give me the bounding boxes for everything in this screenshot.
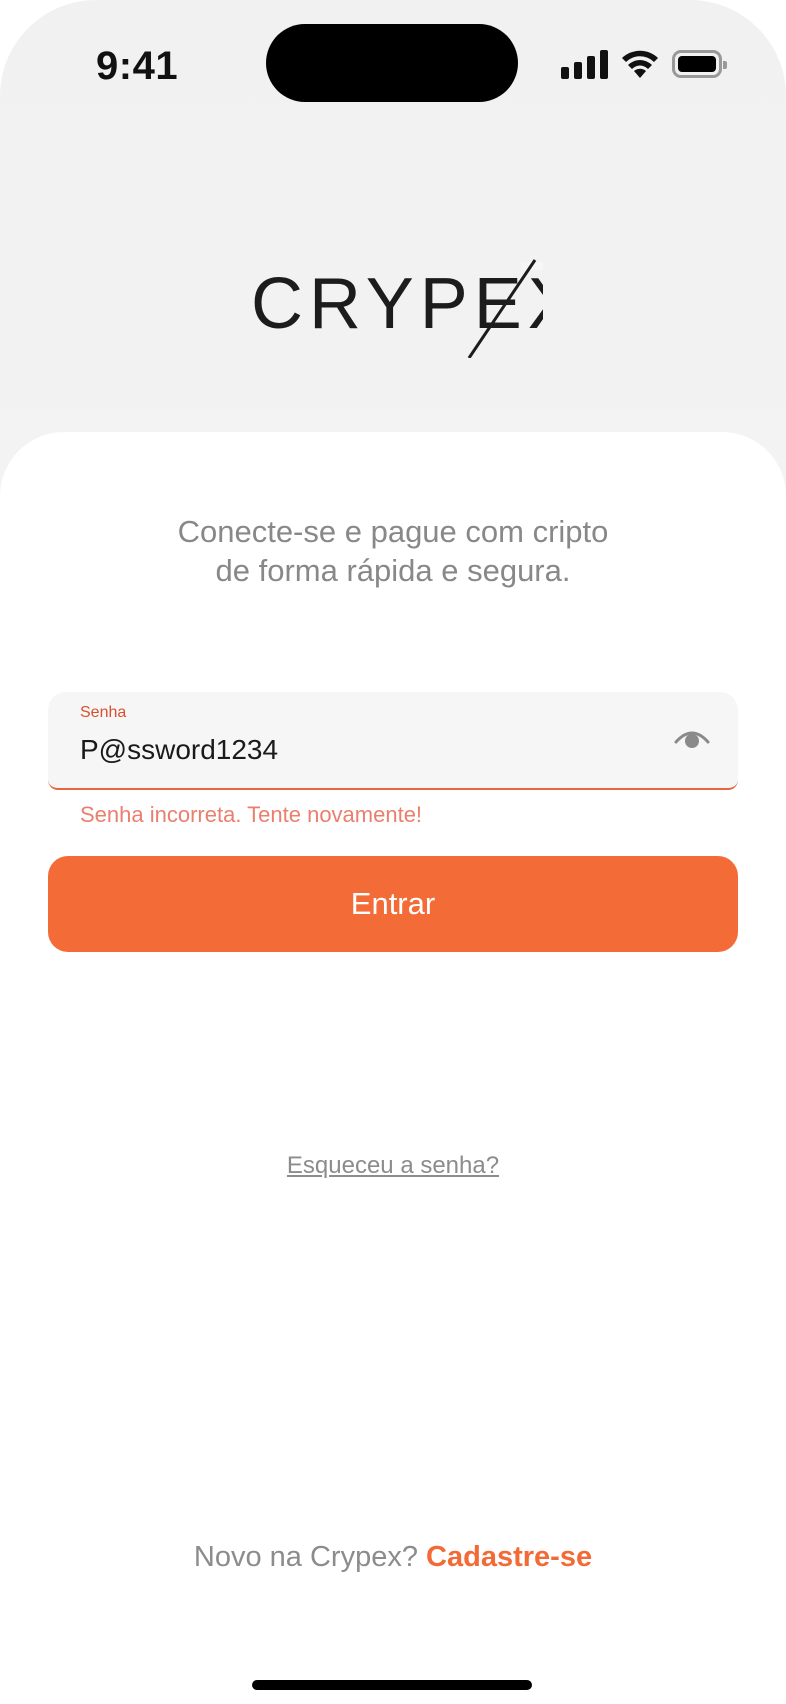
eye-icon[interactable]: [674, 726, 710, 752]
cellular-signal-icon: [561, 49, 608, 79]
tagline-line-1: Conecte-se e pague com cripto: [177, 514, 609, 549]
login-button[interactable]: Entrar: [48, 856, 738, 952]
status-time: 9:41: [96, 44, 179, 88]
login-sheet: Conecte-se e pague com cripto de forma r…: [0, 432, 786, 1704]
battery-icon: [672, 50, 727, 78]
signup-prompt: Novo na Crypex? Cadastre-se: [0, 1541, 786, 1574]
password-field[interactable]: Senha P@ssword1234: [48, 692, 738, 790]
crypex-logo: CRYPEX: [0, 258, 786, 358]
dynamic-island: [266, 24, 518, 102]
svg-text:CRYPEX: CRYPEX: [251, 264, 543, 344]
tagline-line-2: de forma rápida e segura.: [215, 553, 571, 588]
status-icons: [561, 46, 727, 82]
password-field-label: Senha: [80, 704, 127, 721]
forgot-password-link[interactable]: Esqueceu a senha?: [0, 1152, 786, 1180]
home-indicator[interactable]: [252, 1680, 532, 1690]
signup-prompt-text: Novo na Crypex?: [193, 1541, 427, 1573]
password-input[interactable]: P@ssword1234: [80, 734, 278, 766]
phone-screen: 9:41 CRYPEX Conecte-se e pague com cript…: [0, 0, 786, 1704]
logo-wordmark: CRYPEX: [251, 259, 543, 358]
password-error-message: Senha incorreta. Tente novamente!: [80, 802, 423, 827]
signup-link[interactable]: Cadastre-se: [426, 1541, 592, 1573]
tagline: Conecte-se e pague com cripto de forma r…: [0, 512, 786, 590]
wifi-icon: [622, 50, 658, 78]
